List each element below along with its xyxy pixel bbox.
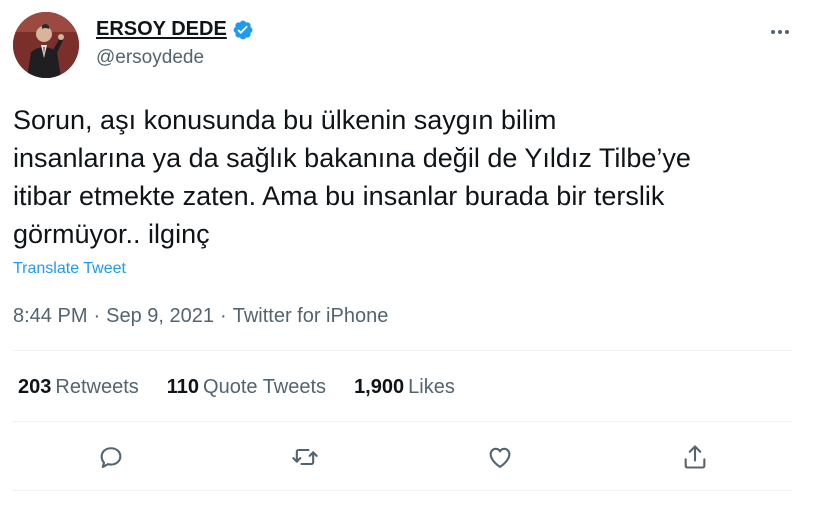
share-icon: [684, 445, 706, 469]
likes-label: Likes: [408, 376, 455, 398]
meta-separator: ·: [220, 305, 227, 327]
tweet-date[interactable]: Sep 9, 2021: [106, 305, 214, 328]
avatar[interactable]: [13, 12, 79, 78]
tweet-time[interactable]: 8:44 PM: [13, 305, 87, 328]
more-dot-icon: [771, 30, 775, 34]
retweet-button[interactable]: [288, 440, 322, 474]
divider: [13, 490, 793, 491]
more-options-button[interactable]: [762, 14, 798, 50]
retweets-count: 203: [18, 376, 52, 398]
tweet-text: Sorun, aşı konusunda bu ülkenin saygın b…: [13, 105, 691, 249]
tweet-source[interactable]: Twitter for iPhone: [233, 305, 389, 328]
verified-badge-icon: [232, 19, 254, 41]
author-name-row: ERSOY DEDE: [96, 18, 254, 41]
author-display-name[interactable]: ERSOY DEDE: [96, 18, 227, 41]
author-handle[interactable]: @ersoydede: [96, 47, 204, 69]
tweet-stats: 203 Retweets 110 Quote Tweets 1,900 Likes: [18, 376, 455, 399]
tweet-meta: 8:44 PM · Sep 9, 2021 · Twitter for iPho…: [13, 305, 388, 328]
likes-stat[interactable]: 1,900 Likes: [354, 376, 455, 399]
tweet-actions: [13, 432, 793, 482]
meta-separator: ·: [93, 305, 101, 327]
reply-button[interactable]: [94, 440, 128, 474]
divider: [13, 421, 793, 422]
share-button[interactable]: [678, 440, 712, 474]
translate-tweet-link[interactable]: Translate Tweet: [13, 260, 126, 278]
more-dot-icon: [785, 30, 789, 34]
quote-tweets-count: 110: [166, 376, 200, 398]
like-icon: [489, 447, 511, 468]
tweet-card: ERSOY DEDE @ersoydede Sorun, aşı konusun…: [0, 0, 820, 509]
like-button[interactable]: [483, 440, 517, 474]
retweets-label: Retweets: [55, 376, 139, 398]
more-dot-icon: [778, 30, 782, 34]
divider: [13, 350, 793, 351]
reply-icon: [100, 447, 122, 468]
likes-count: 1,900: [354, 376, 405, 398]
quote-tweets-stat[interactable]: 110 Quote Tweets: [167, 376, 326, 399]
quote-tweets-label: Quote Tweets: [203, 376, 327, 398]
retweet-icon: [292, 448, 318, 466]
retweets-stat[interactable]: 203 Retweets: [18, 376, 139, 399]
profile-photo-icon: [13, 12, 79, 78]
